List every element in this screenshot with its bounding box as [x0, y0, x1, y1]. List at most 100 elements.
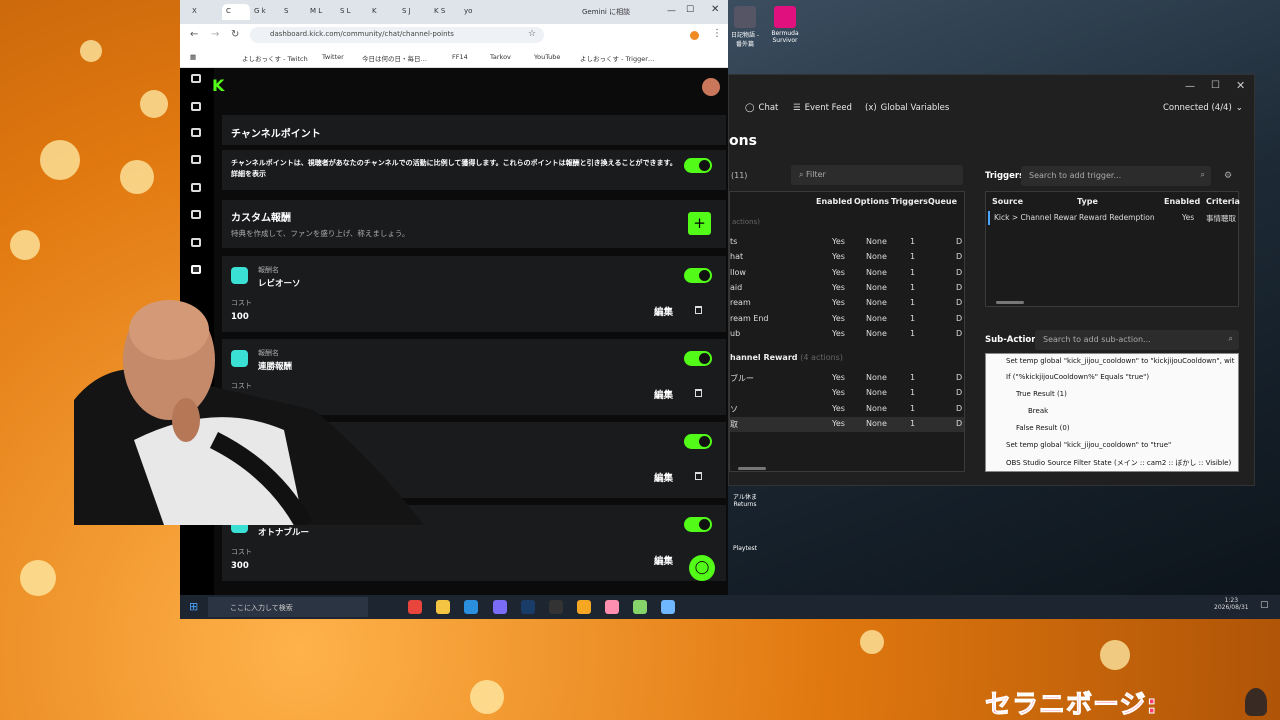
- reward-toggle[interactable]: [684, 268, 712, 283]
- support-chat-button[interactable]: ◯: [689, 555, 715, 581]
- sidebar-calendar-icon[interactable]: [191, 128, 201, 137]
- channel-points-toggle[interactable]: [684, 158, 712, 173]
- edit-button[interactable]: 編集: [654, 470, 673, 484]
- table-row[interactable]: ソ Yes None 1 D: [730, 402, 964, 417]
- nav-global-variables[interactable]: (x) Global Variables: [865, 103, 949, 113]
- subaction-item[interactable]: Set temp global "kick_jijou_cooldown" to…: [1006, 441, 1171, 449]
- desktop-icon[interactable]: Playtest: [728, 545, 762, 552]
- bookmark[interactable]: YouTube: [534, 53, 560, 61]
- bookmark[interactable]: Tarkov: [490, 53, 511, 61]
- trash-icon[interactable]: [695, 472, 702, 480]
- star-icon[interactable]: ☆: [528, 29, 536, 39]
- app-icon[interactable]: [577, 600, 591, 614]
- reward-toggle[interactable]: [684, 434, 712, 449]
- browser-tab[interactable]: S: [280, 4, 308, 20]
- col-criteria[interactable]: Criteria: [1206, 197, 1240, 206]
- browser-tab[interactable]: K: [368, 4, 396, 20]
- trigger-search-input[interactable]: Search to add trigger... ⌕: [1021, 166, 1211, 186]
- close-icon[interactable]: ✕: [711, 4, 719, 15]
- browser-tab[interactable]: yo: [460, 4, 488, 20]
- browser-tab[interactable]: C: [222, 4, 250, 20]
- trash-icon[interactable]: [695, 389, 702, 397]
- steam-icon[interactable]: [521, 600, 535, 614]
- scrollbar[interactable]: [996, 301, 1024, 304]
- subaction-item[interactable]: True Result (1): [1016, 390, 1067, 398]
- taskbar-search[interactable]: ここに入力して検索: [208, 597, 368, 617]
- explorer-icon[interactable]: [436, 600, 450, 614]
- subaction-item[interactable]: Set temp global "kick_jijou_cooldown" to…: [1006, 357, 1235, 365]
- profile-avatar[interactable]: [690, 31, 699, 40]
- sidebar-trophy-icon[interactable]: [191, 155, 201, 164]
- notification-icon[interactable]: ▢: [1260, 600, 1269, 610]
- edit-button[interactable]: 編集: [654, 387, 673, 401]
- minimize-icon[interactable]: —: [667, 6, 676, 16]
- apps-icon[interactable]: ▦: [190, 53, 196, 61]
- back-icon[interactable]: ←: [190, 29, 198, 40]
- edit-button[interactable]: 編集: [654, 553, 673, 567]
- maximize-icon[interactable]: ☐: [686, 5, 694, 15]
- table-row[interactable]: aid Yes None 1 D: [730, 281, 964, 296]
- kick-logo[interactable]: K: [212, 76, 224, 95]
- bookmark[interactable]: よしおっくす - Twitch: [242, 53, 308, 63]
- filter-input[interactable]: ⌕ Filter: [791, 165, 963, 185]
- group-header-reward[interactable]: hannel Reward (4 actions): [730, 353, 843, 362]
- reward-toggle[interactable]: [684, 517, 712, 532]
- col-triggers[interactable]: Triggers: [891, 197, 928, 206]
- col-enabled[interactable]: Enabled: [816, 197, 852, 206]
- desktop-icon-bermuda[interactable]: Bermuda Survivor: [768, 6, 802, 44]
- browser-tab[interactable]: G k: [250, 4, 278, 20]
- col-queue[interactable]: Queue: [928, 197, 957, 206]
- subaction-item[interactable]: False Result (0): [1016, 424, 1070, 432]
- sidebar-video-icon[interactable]: [191, 183, 201, 192]
- col-source[interactable]: Source: [992, 197, 1023, 206]
- close-icon[interactable]: ✕: [1236, 79, 1245, 92]
- table-row[interactable]: ブルー Yes None 1 D: [730, 371, 964, 386]
- app-icon[interactable]: [661, 600, 675, 614]
- group-header[interactable]: actions): [732, 218, 760, 226]
- desktop-icon[interactable]: アル休ま Returns: [728, 492, 762, 508]
- edit-button[interactable]: 編集: [654, 304, 673, 318]
- app-icon[interactable]: [605, 600, 619, 614]
- sidebar-settings-icon[interactable]: [191, 210, 201, 219]
- url-field[interactable]: dashboard.kick.com/community/chat/channe…: [250, 27, 544, 43]
- browser-tab[interactable]: S L: [336, 4, 364, 20]
- col-enabled[interactable]: Enabled: [1164, 197, 1200, 206]
- browser-tab[interactable]: K S: [430, 4, 458, 20]
- sidebar-home-icon[interactable]: [191, 74, 201, 83]
- desktop-icon[interactable]: 日記物語 -番外篇: [728, 6, 762, 48]
- app-icon[interactable]: [493, 600, 507, 614]
- chrome-icon[interactable]: [408, 600, 422, 614]
- reward-toggle[interactable]: [684, 351, 712, 366]
- bookmark[interactable]: よしおっくす - Trigger…: [580, 53, 654, 63]
- table-row[interactable]: ream Yes None 1 D: [730, 296, 964, 311]
- add-reward-button[interactable]: +: [688, 212, 711, 235]
- sidebar-community-icon[interactable]: [191, 265, 201, 274]
- reload-icon[interactable]: ↻: [231, 29, 239, 40]
- browser-tab[interactable]: X: [188, 4, 216, 20]
- nav-chat[interactable]: ◯ Chat: [745, 103, 778, 113]
- menu-icon[interactable]: ⋮: [712, 28, 722, 39]
- trash-icon[interactable]: [695, 306, 702, 314]
- sidebar-stream-icon[interactable]: [191, 102, 201, 111]
- table-row[interactable]: ub Yes None 1 D: [730, 327, 964, 342]
- bookmark[interactable]: Twitter: [322, 53, 344, 61]
- table-row[interactable]: Yes None 1 D: [730, 386, 964, 401]
- subaction-search-input[interactable]: Search to add sub-action... ⌕: [1035, 330, 1239, 350]
- subaction-item[interactable]: If ("%kickjijouCooldown%" Equals "true"): [1006, 373, 1149, 381]
- clock[interactable]: 1:23 2026/08/31: [1214, 597, 1249, 611]
- bookmark[interactable]: FF14: [452, 53, 468, 61]
- bookmark[interactable]: 今日は何の日・毎日…: [362, 53, 427, 63]
- trigger-row[interactable]: Kick > Channel Rewar Reward Redemption Y…: [988, 211, 1238, 225]
- table-row[interactable]: 取 Yes None 1 D: [730, 416, 964, 432]
- browser-tab[interactable]: S J: [398, 4, 426, 20]
- col-options[interactable]: Options: [854, 197, 889, 206]
- vscode-icon[interactable]: [464, 600, 478, 614]
- connection-status[interactable]: Connected (4/4) ⌄: [1163, 103, 1243, 113]
- table-row[interactable]: ream End Yes None 1 D: [730, 312, 964, 327]
- subaction-item[interactable]: OBS Studio Source Filter State (メイン :: c…: [1006, 458, 1231, 468]
- user-avatar[interactable]: [702, 78, 720, 96]
- sidebar-tools-icon[interactable]: [191, 238, 201, 247]
- nav-event-feed[interactable]: ☰ Event Feed: [793, 103, 852, 113]
- forward-icon[interactable]: →: [211, 29, 219, 40]
- minimize-icon[interactable]: —: [1185, 81, 1195, 92]
